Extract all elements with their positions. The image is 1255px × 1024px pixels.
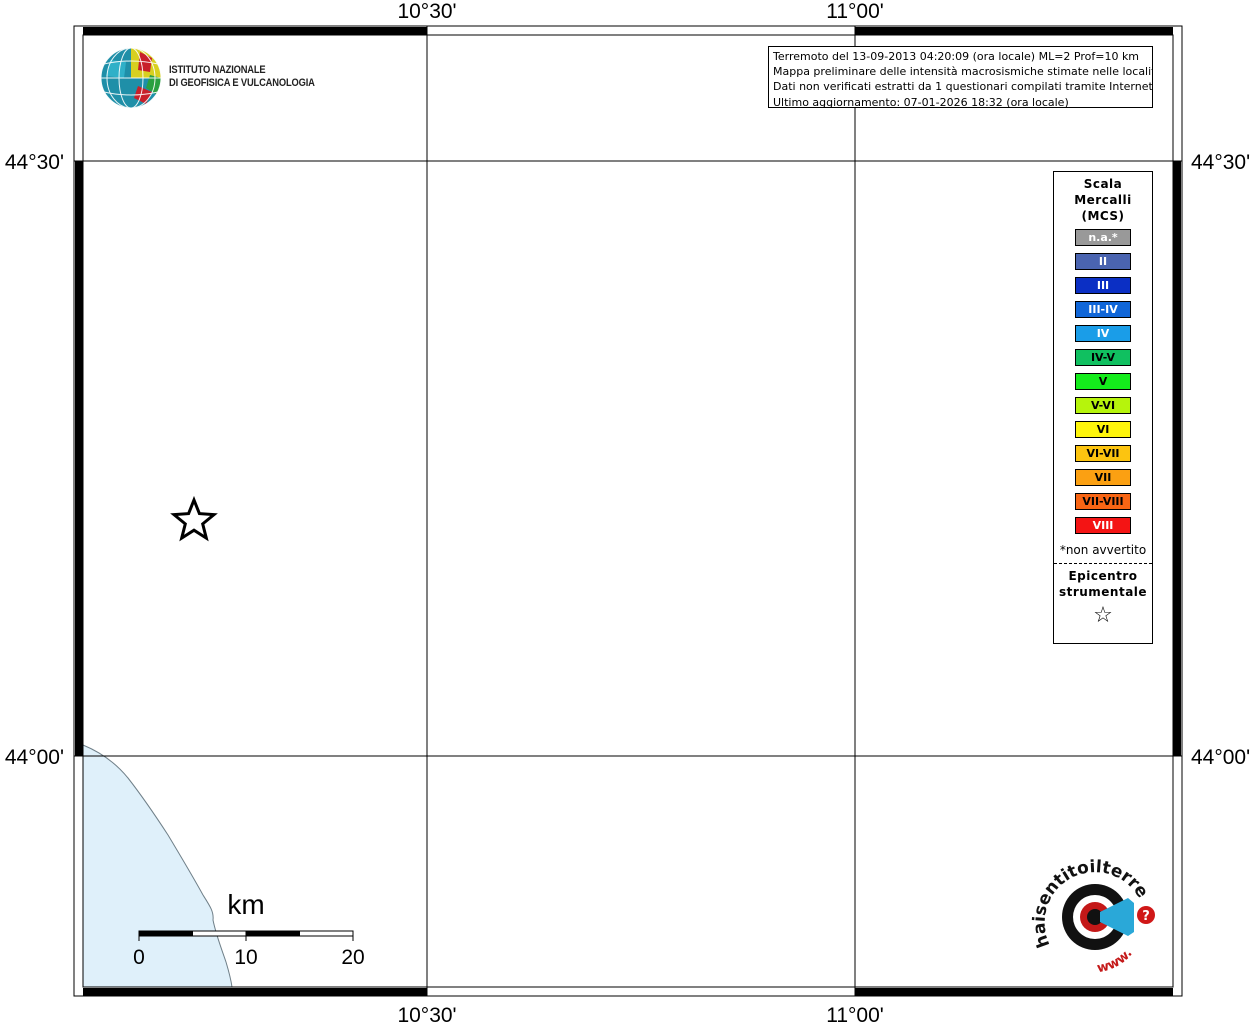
legend-swatch-vi-vii: VI-VII bbox=[1075, 445, 1131, 462]
legend-title-2: Mercalli bbox=[1074, 193, 1132, 207]
scalebar-tick-10: 10 bbox=[234, 946, 257, 969]
legend-swatch-n-a-: n.a.* bbox=[1075, 229, 1131, 246]
brand-www-text: www. bbox=[1096, 946, 1136, 976]
legend-divider bbox=[1054, 563, 1152, 564]
sea-area bbox=[83, 745, 232, 987]
top-lon-label-1: 10°30' bbox=[397, 0, 456, 23]
frame-bars bbox=[75, 27, 1181, 996]
legend-note: *non avvertito bbox=[1059, 543, 1147, 557]
map-inner-frame bbox=[82, 34, 1174, 988]
bottom-lon-label-1: 10°30' bbox=[397, 1004, 456, 1024]
legend-title-3: (MCS) bbox=[1081, 209, 1125, 223]
info-line-4: Ultimo aggiornamento: 07-01-2026 18:32 (… bbox=[773, 95, 1069, 108]
bottom-lon-label-2: 11°00' bbox=[826, 1004, 884, 1024]
scalebar-unit: km bbox=[227, 889, 264, 920]
left-lat-label-2: 44°00' bbox=[5, 746, 64, 769]
mcs-legend: Scala Mercalli (MCS) n.a.* II III III-IV IV I… bbox=[1053, 171, 1153, 644]
info-line-1: Terremoto del 13-09-2013 04:20:09 (ora l… bbox=[773, 50, 1140, 63]
legend-epicenter-1: Epicentro bbox=[1068, 569, 1138, 583]
legend-swatch-iii: III bbox=[1075, 277, 1131, 294]
scalebar-tick-20: 20 bbox=[341, 946, 364, 969]
ingv-line-1: ISTITUTO NAZIONALE bbox=[169, 64, 266, 76]
ingv-globe-icon bbox=[100, 47, 162, 109]
legend-swatch-ii: II bbox=[1075, 253, 1131, 270]
legend-swatch-iii-iv: III-IV bbox=[1075, 301, 1131, 318]
right-lat-label-1: 44°30' bbox=[1191, 151, 1250, 174]
legend-swatches: n.a.* II III III-IV IV IV-V V V-VI VI VI-VII VII VI… bbox=[1054, 229, 1152, 534]
epicenter-star-icon[interactable] bbox=[170, 495, 218, 542]
haisentito-logo[interactable]: ? haisentitoilterremoto.it www. bbox=[0, 0, 1155, 976]
ingv-line-2: DI GEOFISICA E VULCANOLOGIA bbox=[169, 77, 315, 89]
legend-swatch-iv-v: IV-V bbox=[1075, 349, 1131, 366]
legend-swatch-vii: VII bbox=[1075, 469, 1131, 486]
info-box: Terremoto del 13-09-2013 04:20:09 (ora l… bbox=[768, 46, 1153, 108]
ingv-logo-text: ISTITUTO NAZIONALE DI GEOFISICA E VULCAN… bbox=[169, 64, 315, 90]
graticule bbox=[74, 26, 1182, 996]
right-lat-label-2: 44°00' bbox=[1191, 746, 1250, 769]
map-outer-frame bbox=[73, 25, 1183, 997]
info-line-3: Dati non verificati estratti da 1 questi… bbox=[773, 80, 1153, 94]
info-line-2: Mappa preliminare delle intensità macros… bbox=[773, 65, 1153, 79]
top-lon-label-2: 11°00' bbox=[826, 0, 884, 23]
legend-epicenter-2: strumentale bbox=[1058, 585, 1148, 599]
legend-swatch-v-vi: V-VI bbox=[1075, 397, 1131, 414]
brand-arc-text: haisentitoilterremoto.it bbox=[0, 0, 1152, 950]
legend-title-1: Scala bbox=[1083, 177, 1123, 191]
question-mark: ? bbox=[1142, 909, 1150, 924]
legend-swatch-iv: IV bbox=[1075, 325, 1131, 342]
scalebar-tick-0: 0 bbox=[133, 946, 145, 969]
legend-swatch-vi: VI bbox=[1075, 421, 1131, 438]
legend-star-icon: ☆ bbox=[1093, 603, 1113, 628]
legend-swatch-v: V bbox=[1075, 373, 1131, 390]
legend-swatch-vii-viii: VII-VIII bbox=[1075, 493, 1131, 510]
left-lat-label-1: 44°30' bbox=[5, 151, 64, 174]
legend-swatch-viii: VIII bbox=[1075, 517, 1131, 534]
